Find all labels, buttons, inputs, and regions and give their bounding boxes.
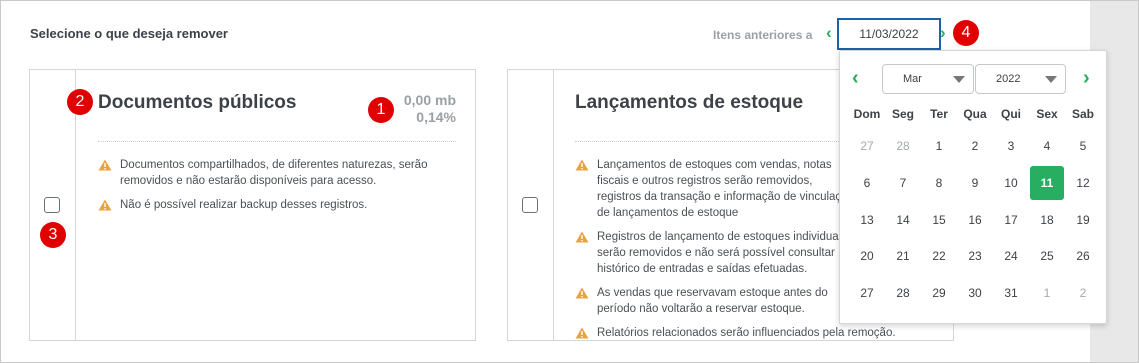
calendar-day[interactable]: 1: [922, 129, 956, 163]
card-check-column: [30, 70, 76, 340]
date-prev-icon[interactable]: ‹: [826, 23, 832, 43]
date-input[interactable]: 11/03/2022: [837, 18, 941, 50]
calendar-day[interactable]: 6: [850, 166, 884, 200]
annotation-badge-3: 3: [40, 222, 66, 248]
calendar-day[interactable]: 10: [994, 166, 1028, 200]
card-check-column: [508, 70, 554, 340]
calendar-day[interactable]: 20: [850, 239, 884, 273]
calendar-day[interactable]: 8: [922, 166, 956, 200]
calendar-day[interactable]: 24: [994, 239, 1028, 273]
calendar-day[interactable]: 7: [886, 166, 920, 200]
annotation-badge-4: 4: [953, 20, 979, 46]
calendar-day[interactable]: 1: [1030, 276, 1064, 310]
weekday-header: Dom: [853, 107, 881, 121]
chevron-down-icon: [1045, 76, 1057, 83]
prev-month-icon[interactable]: ‹: [852, 67, 859, 89]
card-notes: Lançamentos de estoques com vendas, nota…: [575, 157, 896, 340]
calendar-day[interactable]: 2: [1066, 276, 1100, 310]
calendar-day[interactable]: 16: [958, 203, 992, 237]
warning-note: As vendas que reservavam estoque antes d…: [575, 285, 855, 317]
calendar-day[interactable]: 14: [886, 203, 920, 237]
calendar-day[interactable]: 31: [994, 276, 1028, 310]
month-select-value: Mar: [903, 73, 922, 85]
note-text: Documentos compartilhados, de diferentes…: [120, 159, 428, 187]
calendar-day[interactable]: 19: [1066, 203, 1100, 237]
calendar-day[interactable]: 21: [886, 239, 920, 273]
calendar-day[interactable]: 25: [1030, 239, 1064, 273]
annotation-badge-1: 1: [368, 97, 394, 123]
documentos-checkbox[interactable]: [44, 197, 60, 213]
calendar-day[interactable]: 23: [958, 239, 992, 273]
warning-icon: [98, 159, 112, 171]
warning-note: Lançamentos de estoques com vendas, nota…: [575, 157, 855, 221]
warning-note: Não é possível realizar backup desses re…: [98, 197, 456, 213]
card-title: Lançamentos de estoque: [575, 92, 804, 113]
calendar-day[interactable]: 3: [994, 129, 1028, 163]
calendar-day[interactable]: 5: [1066, 129, 1100, 163]
calendar-day[interactable]: 22: [922, 239, 956, 273]
chevron-down-icon: [953, 76, 965, 83]
weekday-header: Qui: [1001, 107, 1021, 121]
note-text: As vendas que reservavam estoque antes d…: [597, 287, 828, 315]
calendar-day[interactable]: 13: [850, 203, 884, 237]
warning-note: Relatórios relacionados serão influencia…: [575, 325, 915, 340]
weekday-header: Sex: [1036, 107, 1058, 121]
calendar-day[interactable]: 12: [1066, 166, 1100, 200]
calendar-day[interactable]: 11: [1030, 166, 1064, 200]
warning-icon: [575, 159, 589, 171]
card-notes: Documentos compartilhados, de diferentes…: [98, 157, 456, 221]
note-text: Relatórios relacionados serão influencia…: [597, 327, 896, 339]
warning-icon: [575, 231, 589, 243]
weekday-header: Sab: [1071, 107, 1094, 121]
warning-note: Registros de lançamento de estoques indi…: [575, 229, 855, 277]
month-select[interactable]: Mar: [882, 64, 974, 94]
weekday-header: Seg: [891, 107, 914, 121]
warning-icon: [98, 199, 112, 211]
weekday-header: Ter: [930, 107, 948, 121]
card-documentos-publicos: Documentos públicos 0,00 mb 0,14% Docume…: [29, 69, 476, 341]
year-select[interactable]: 2022: [975, 64, 1066, 94]
calendar-day[interactable]: 30: [958, 276, 992, 310]
calendar-day[interactable]: 28: [886, 129, 920, 163]
card-title: Documentos públicos: [98, 92, 297, 113]
calendar-day[interactable]: 2: [958, 129, 992, 163]
estoque-checkbox[interactable]: [522, 197, 538, 213]
calendar-day[interactable]: 18: [1030, 203, 1064, 237]
year-select-value: 2022: [996, 73, 1021, 85]
calendar-day[interactable]: 27: [850, 129, 884, 163]
calendar-day[interactable]: 29: [922, 276, 956, 310]
prior-items-label: Itens anteriores a: [713, 28, 813, 42]
calendar-day[interactable]: 9: [958, 166, 992, 200]
remove-panel: Selecione o que deseja remover Itens ant…: [1, 1, 1107, 362]
note-text: Não é possível realizar backup desses re…: [120, 199, 368, 211]
warning-icon: [575, 287, 589, 299]
calendar-day[interactable]: 28: [886, 276, 920, 310]
note-text: Lançamentos de estoques com vendas, nota…: [597, 159, 854, 219]
card-divider: [98, 141, 456, 142]
next-month-icon[interactable]: ›: [1083, 67, 1090, 89]
date-picker-popup: ‹ Mar 2022 › Dom Seg Ter Qua Qui Sex Sab 27 28 1 2…: [839, 50, 1107, 324]
warning-note: Documentos compartilhados, de diferentes…: [98, 157, 456, 189]
date-next-icon[interactable]: ›: [940, 23, 946, 43]
weekday-header: Qua: [963, 107, 987, 121]
annotation-badge-2: 2: [67, 89, 93, 115]
section-title: Selecione o que deseja remover: [30, 26, 228, 41]
calendar-day[interactable]: 15: [922, 203, 956, 237]
note-text: Registros de lançamento de estoques indi…: [597, 231, 847, 275]
warning-icon: [575, 327, 589, 339]
calendar-day[interactable]: 17: [994, 203, 1028, 237]
calendar-day[interactable]: 4: [1030, 129, 1064, 163]
calendar-day[interactable]: 26: [1066, 239, 1100, 273]
calendar-day[interactable]: 27: [850, 276, 884, 310]
